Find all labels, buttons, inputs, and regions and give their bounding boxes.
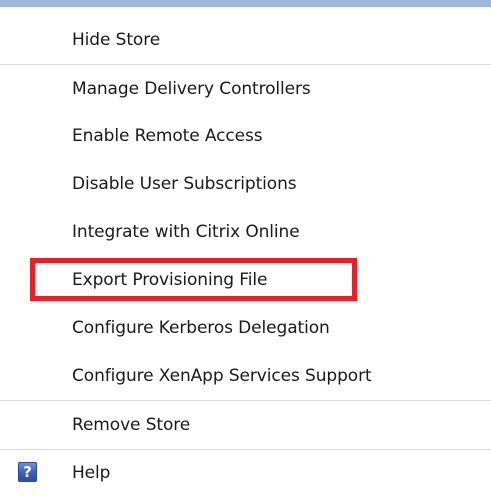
menu-top-border <box>0 0 491 7</box>
menu-item-enable-remote-access[interactable]: Enable Remote Access <box>0 113 491 159</box>
menu-item-manage-delivery-controllers[interactable]: Manage Delivery Controllers <box>0 66 491 112</box>
menu-separator <box>0 400 491 401</box>
menu-separator <box>0 64 491 65</box>
menu-item-help[interactable]: ? Help <box>0 450 491 496</box>
menu-item-label: Help <box>72 463 111 483</box>
menu-item-label: Manage Delivery Controllers <box>72 79 311 99</box>
menu-item-configure-kerberos-delegation[interactable]: Configure Kerberos Delegation <box>0 305 491 351</box>
menu-item-integrate-with-citrix-online[interactable]: Integrate with Citrix Online <box>0 209 491 255</box>
help-icon: ? <box>18 462 37 482</box>
menu-item-label: Disable User Subscriptions <box>72 174 297 194</box>
menu-item-hide-store[interactable]: Hide Store <box>0 17 491 63</box>
menu-item-label: Configure Kerberos Delegation <box>72 318 330 338</box>
highlight-box <box>30 258 357 301</box>
menu-item-disable-user-subscriptions[interactable]: Disable User Subscriptions <box>0 161 491 207</box>
menu-item-label: Hide Store <box>72 30 161 50</box>
menu-item-label: Remove Store <box>72 415 191 435</box>
menu-item-label: Configure XenApp Services Support <box>72 366 372 386</box>
menu-item-label: Integrate with Citrix Online <box>72 222 300 242</box>
menu-item-remove-store[interactable]: Remove Store <box>0 402 491 448</box>
menu-item-configure-xenapp-services-support[interactable]: Configure XenApp Services Support <box>0 353 491 399</box>
menu-item-label: Enable Remote Access <box>72 126 263 146</box>
